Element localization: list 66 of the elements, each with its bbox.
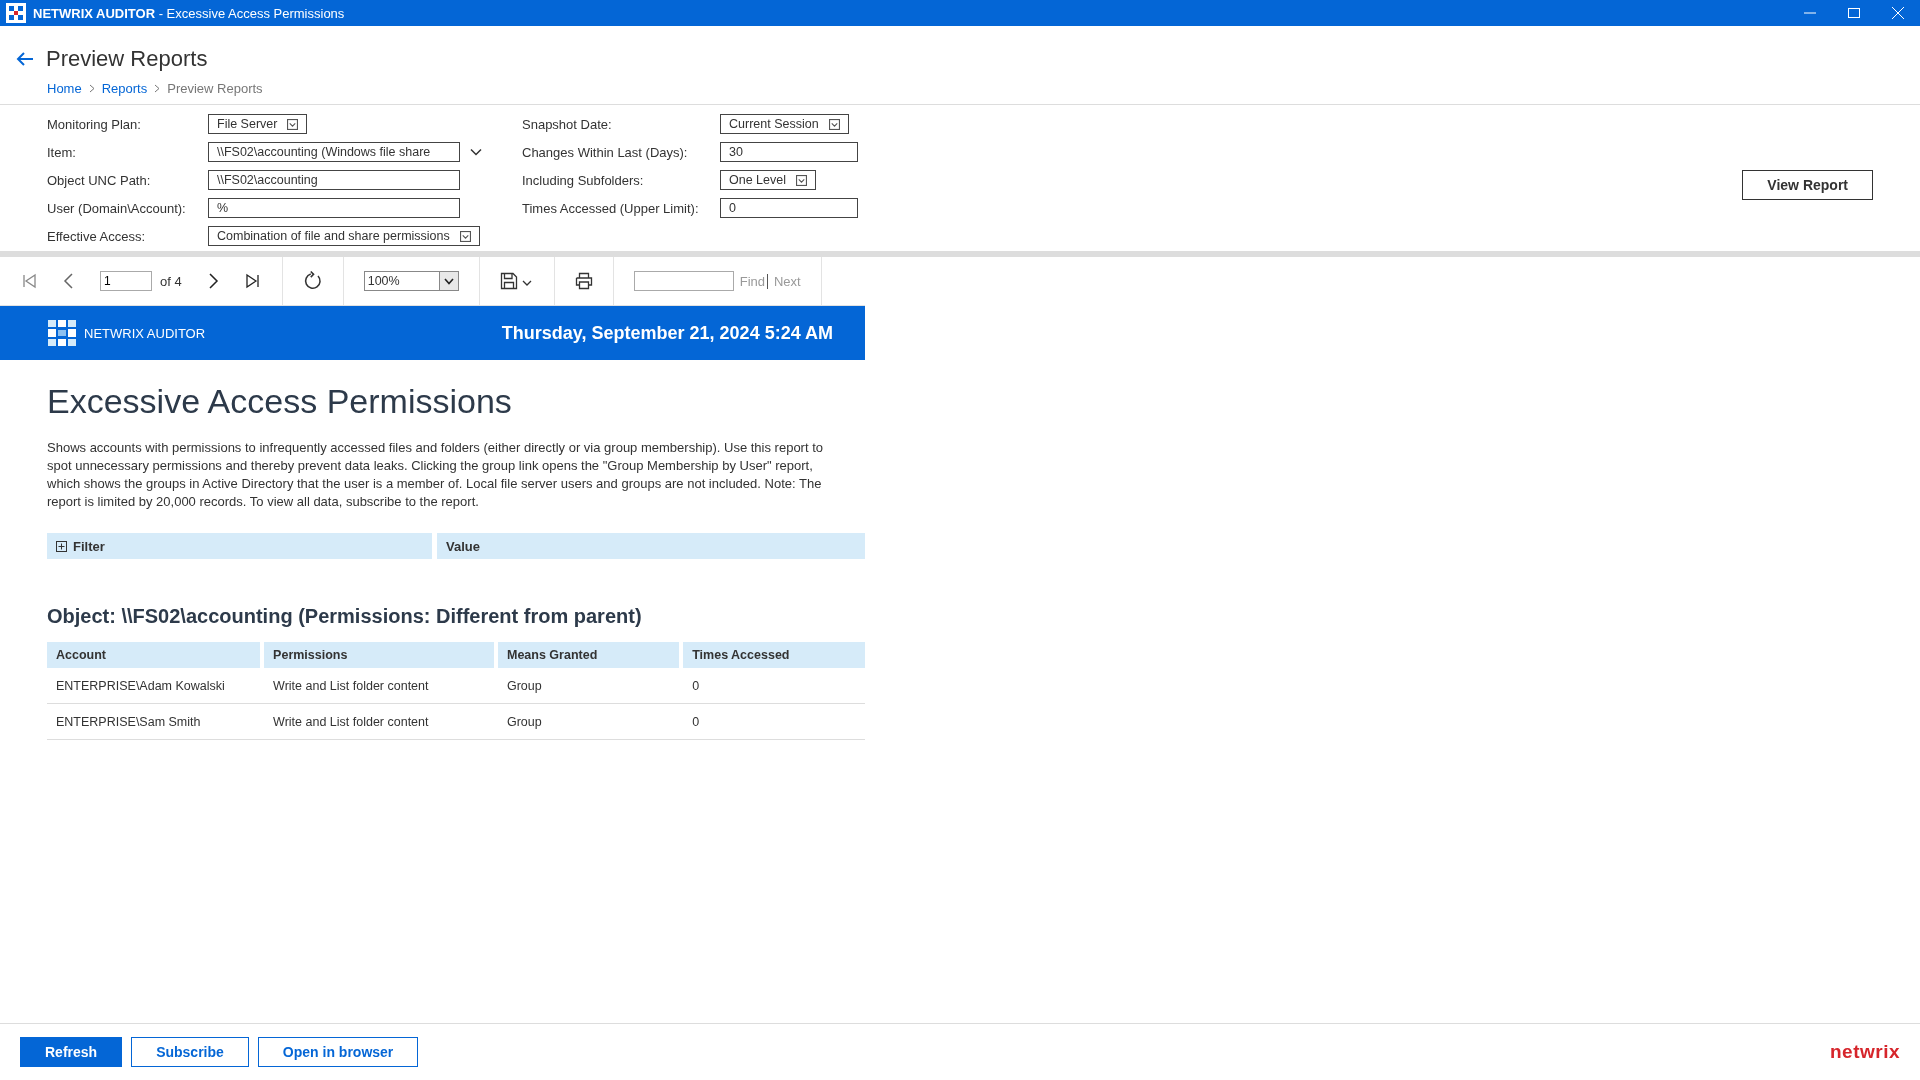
combo-field[interactable]: \\FS02\accounting (Windows file share [208,142,460,162]
field-label: User (Domain\Account): [47,200,187,216]
breadcrumb-link[interactable]: Home [47,81,82,96]
page-number-field[interactable]: 1 [100,271,152,291]
dropdown[interactable]: Current Session [720,114,849,134]
first-page-icon[interactable] [20,272,38,290]
close-icon[interactable] [1892,7,1904,19]
footer-button[interactable]: Refresh [20,1037,123,1067]
caret-icon [796,174,807,186]
table-cell: Group [498,668,684,704]
dropdown[interactable]: Combination of file and share permissions [208,226,480,246]
field-label: Changes Within Last (Days): [522,144,689,160]
column-header: Times Accessed [683,642,865,668]
table-cell: Group [498,704,684,740]
field-label: Effective Access: [47,228,147,244]
last-page-icon[interactable] [243,272,262,290]
dropdown[interactable]: One Level [720,170,816,190]
brand-logo-icon [48,320,76,346]
zoom-dropdown[interactable]: 100% [363,271,459,291]
breadcrumb-current: Preview Reports [167,81,263,96]
brand-name: NETWRIX AUDITOR [84,325,207,341]
app-logo-icon [6,3,26,23]
field-label: Item: [47,144,77,160]
table-cell: ENTERPRISE\Adam Kowalski [47,668,265,704]
table-cell: ENTERPRISE\Sam Smith [47,704,265,740]
caret-icon [287,118,299,130]
report-title: Excessive Access Permissions [47,382,513,421]
field-label: Object UNC Path: [47,172,152,188]
column-header: Value [437,533,865,559]
table-cell: Write and List folder content [264,668,498,704]
printer-icon[interactable] [574,272,593,290]
view-report-button[interactable]: View Report [1742,170,1873,200]
table-cell: Write and List folder content [264,704,498,740]
save-icon[interactable] [499,272,534,290]
input-field[interactable]: 30 [720,142,858,162]
page-title: Preview Reports [46,46,208,72]
input-field[interactable]: 0 [720,198,858,218]
object-heading: Object: \\FS02\accounting (Permissions: Different from parent) [47,605,643,628]
back-arrow-icon[interactable] [16,51,34,67]
breadcrumb-link[interactable]: Reports [101,81,148,96]
chevron-right-icon [88,84,95,93]
maximize-icon[interactable] [1848,7,1860,19]
field-label: Including Subfolders: [522,172,645,188]
filter-header[interactable]: Filter [47,533,432,559]
input-field[interactable]: \\FS02\accounting [208,170,460,190]
caret-icon [828,118,840,130]
field-label: Monitoring Plan: [47,116,142,132]
refresh-icon[interactable] [302,271,323,291]
dropdown[interactable]: File Server [208,114,308,134]
report-date: Thursday, September 21, 2024 5:24 AM [501,322,833,344]
page-count: of 4 [160,273,182,289]
caret-icon [459,230,471,242]
table-cell: 0 [683,668,865,704]
caret-icon [443,277,454,285]
footer-button[interactable]: Open in browser [257,1037,419,1067]
brand-logo: netwrix [1829,1041,1900,1063]
footer-button[interactable]: Subscribe [131,1037,249,1067]
field-label: Snapshot Date: [522,116,613,132]
report-description: Shows accounts with permissions to infrequently accessed files and folders (either directly or via group membership). Use this report to spot unnecessary permissions and thereby prevent data leaks. Clicking the group link opens the "Group Membership by User" report, which shows the groups in Active Directory that the user is a member of. Local file server users and groups are not included. Note: The report is limited by 20,000 records. To view all data, subscribe to the report. [47,439,824,511]
table-cell: 0 [683,704,865,740]
window-title: NETWRIX AUDITOR - Excessive Access Permissions [33,5,346,21]
chevron-down-icon[interactable] [470,148,482,156]
input-field[interactable]: % [208,198,460,218]
field-label: Times Accessed (Upper Limit): [522,200,700,216]
chevron-right-icon [154,84,161,93]
find-field[interactable] [633,271,734,291]
